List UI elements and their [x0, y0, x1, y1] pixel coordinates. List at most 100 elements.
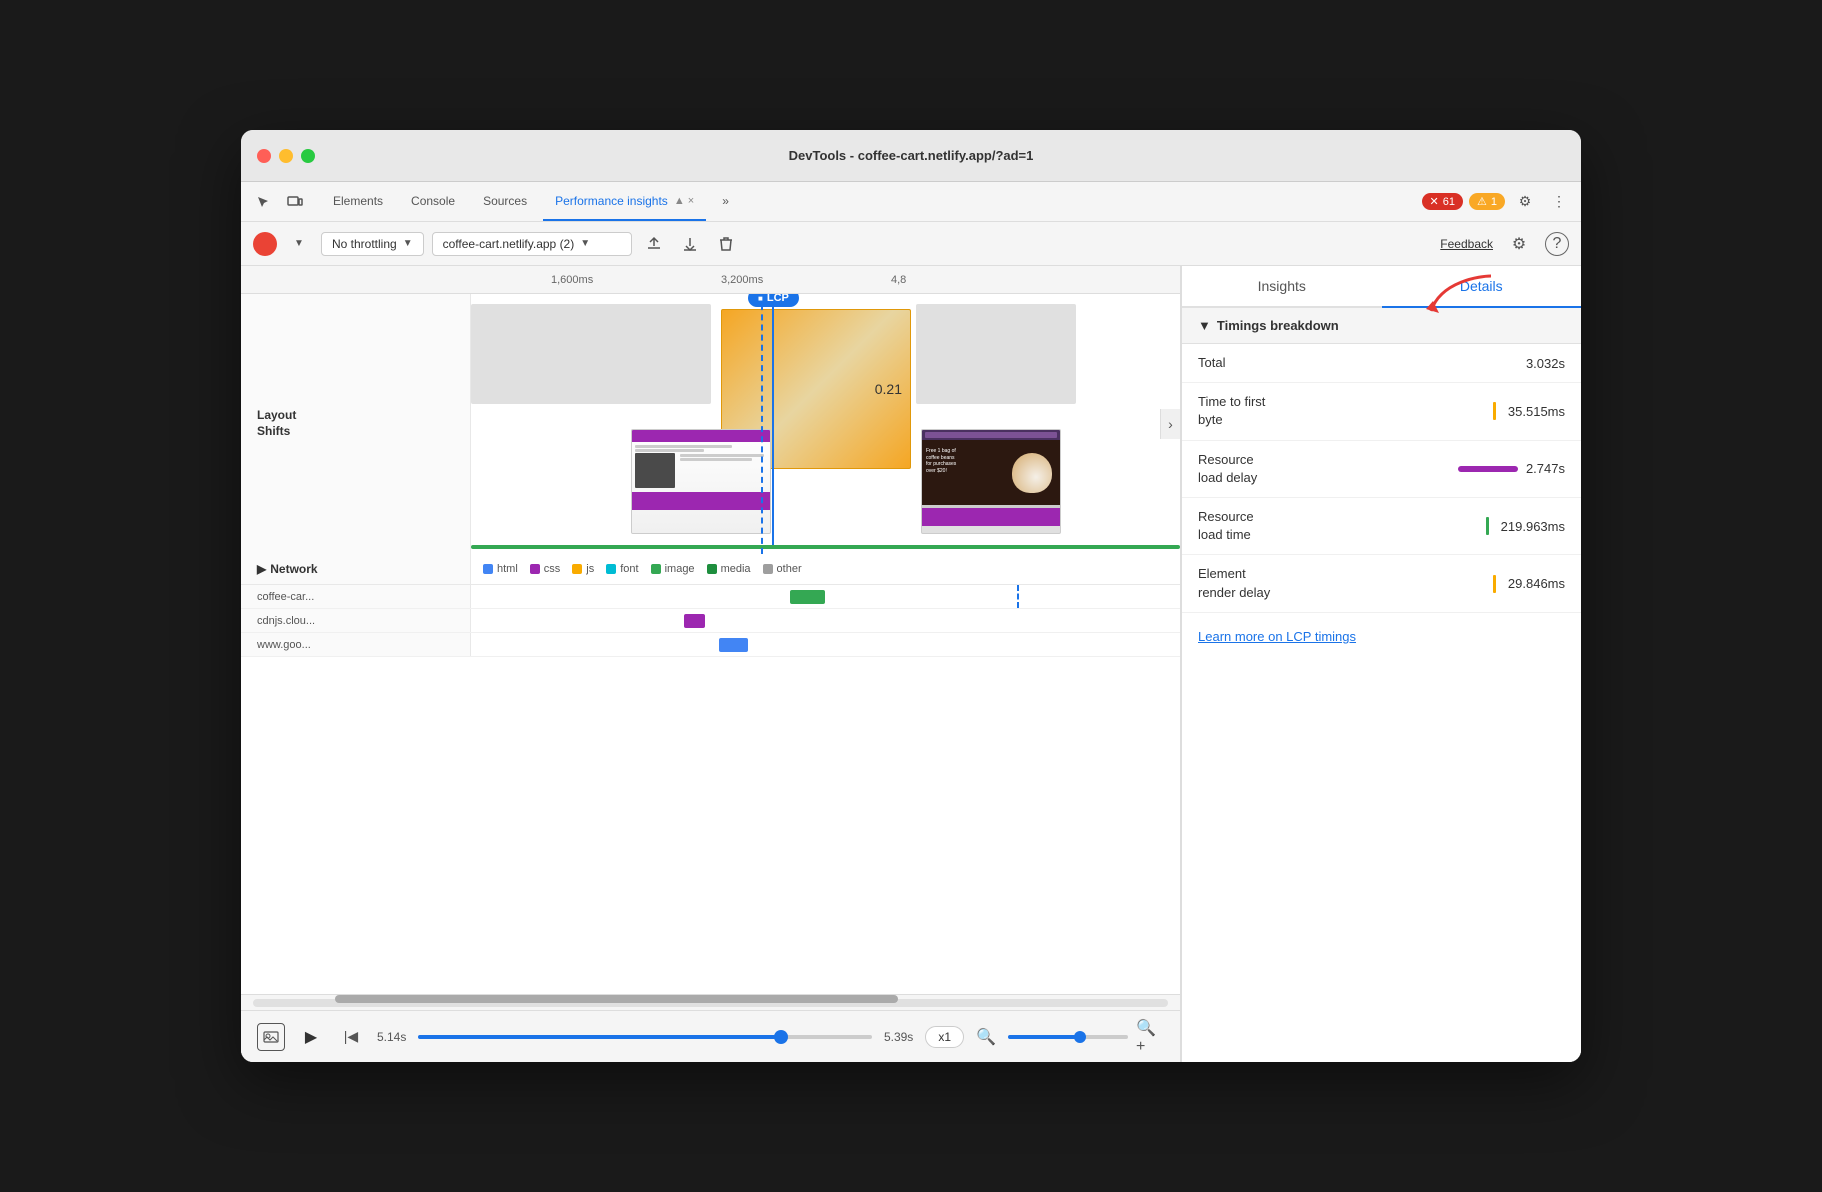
time-marker-1600: 1,600ms: [551, 274, 593, 286]
tracks[interactable]: Layout Shifts 0.21: [241, 294, 1180, 994]
profile-dropdown[interactable]: coffee-cart.netlify.app (2) ▼: [432, 232, 632, 256]
time-marker-3200: 3,200ms: [721, 274, 763, 286]
tab-elements[interactable]: Elements: [321, 183, 395, 221]
devtools-main: Elements Console Sources Performance ins…: [241, 182, 1581, 1062]
legend-image: image: [651, 563, 695, 575]
tab-sources[interactable]: Sources: [471, 183, 539, 221]
screenshot-preview-icon[interactable]: [257, 1023, 285, 1051]
timing-row-ttfb: Time to first byte 35.515ms: [1182, 383, 1581, 440]
ss1-img: [635, 453, 675, 488]
network-legend: html css js: [471, 554, 814, 584]
gray-block-right: [916, 304, 1076, 404]
settings-icon[interactable]: ⚙: [1511, 188, 1539, 216]
overflow-right-arrow[interactable]: ›: [1160, 409, 1180, 439]
cursor-icon[interactable]: [249, 188, 277, 216]
network-row-1[interactable]: cdnjs.clou...: [241, 609, 1180, 633]
legend-js: js: [572, 563, 594, 575]
feedback-link[interactable]: Feedback: [1440, 237, 1493, 251]
screenshot-2: Free 1 bag ofcoffee beansfor purchasesov…: [921, 429, 1061, 534]
scrollbar-thumb[interactable]: [335, 995, 898, 1003]
play-button[interactable]: ▶: [297, 1023, 325, 1051]
media-color-dot: [707, 564, 717, 574]
resource-delay-label: Resource load delay: [1198, 451, 1458, 487]
legend-font: font: [606, 563, 638, 575]
html-color-dot: [483, 564, 493, 574]
settings-gear-icon[interactable]: ⚙: [1505, 230, 1533, 258]
timing-row-render-delay: Element render delay 29.846ms: [1182, 555, 1581, 612]
tab-bar-left: [249, 188, 309, 216]
download-icon[interactable]: [676, 230, 704, 258]
layout-shifts-track: Layout Shifts 0.21: [241, 294, 1180, 554]
network-row-label-1: cdnjs.clou...: [241, 609, 471, 632]
lcp-line: [772, 305, 774, 545]
go-to-start-icon[interactable]: |◀: [337, 1023, 365, 1051]
insights-content[interactable]: ▼ Timings breakdown Total 3.032s Time to…: [1182, 308, 1581, 1062]
timeline-scrollbar[interactable]: [241, 994, 1180, 1010]
timeline-scrubber[interactable]: [418, 1035, 872, 1039]
tab-performance-insights[interactable]: Performance insights ▲ ×: [543, 183, 706, 221]
learn-more-link[interactable]: Learn more on LCP timings: [1182, 613, 1581, 660]
render-delay-value: 29.846ms: [1493, 575, 1565, 593]
zoom-in-icon[interactable]: 🔍+: [1136, 1023, 1164, 1051]
resource-time-bar: [1486, 517, 1489, 535]
network-bar-0: [790, 590, 825, 604]
zoom-slider[interactable]: [1008, 1035, 1128, 1039]
device-toggle-icon[interactable]: [281, 188, 309, 216]
error-badge[interactable]: ✕ 61: [1422, 193, 1463, 210]
resource-time-value: 219.963ms: [1486, 517, 1565, 535]
screenshots-container: Free 1 bag ofcoffee beansfor purchasesov…: [631, 429, 1061, 534]
zoom-out-icon[interactable]: 🔍: [972, 1023, 1000, 1051]
layout-shifts-content[interactable]: 0.21 LCP: [471, 294, 1180, 554]
network-label[interactable]: ▶ Network: [241, 554, 471, 584]
css-color-dot: [530, 564, 540, 574]
warning-badge[interactable]: ⚠ 1: [1469, 193, 1505, 210]
red-arrow-annotation: [1421, 271, 1501, 326]
network-expand-icon[interactable]: ▶: [257, 562, 266, 576]
lcp-marker: LCP: [748, 294, 799, 545]
network-dashed-0: [1017, 585, 1019, 608]
record-button[interactable]: [253, 232, 277, 256]
legend-media: media: [707, 563, 751, 575]
delete-icon[interactable]: [712, 230, 740, 258]
maximize-button[interactable]: [301, 149, 315, 163]
ss2-text: Free 1 bag ofcoffee beansfor purchasesov…: [926, 448, 956, 474]
zoom-level-label: x1: [925, 1026, 964, 1048]
minimize-button[interactable]: [279, 149, 293, 163]
help-icon[interactable]: ?: [1545, 232, 1569, 256]
section-collapse-icon[interactable]: ▼: [1198, 318, 1211, 333]
time-ruler: 1,600ms 3,200ms 4,8: [241, 266, 1180, 294]
tab-close-icon[interactable]: ▲ ×: [674, 195, 694, 207]
timing-row-resource-delay: Resource load delay 2.747s: [1182, 441, 1581, 498]
render-delay-bar: [1493, 575, 1496, 593]
network-row-label-2: www.goo...: [241, 633, 471, 656]
toolbar-right: Feedback ⚙ ?: [1440, 230, 1569, 258]
time-end-display: 5.39s: [884, 1030, 913, 1044]
more-options-icon[interactable]: ⋮: [1545, 188, 1573, 216]
insights-panel: Insights Details ▼ Timings: [1181, 266, 1581, 1062]
zoom-thumb[interactable]: [1074, 1031, 1086, 1043]
close-button[interactable]: [257, 149, 271, 163]
time-start-display: 5.14s: [377, 1030, 406, 1044]
browser-window: DevTools - coffee-cart.netlify.app/?ad=1: [241, 130, 1581, 1062]
green-bar: [471, 545, 1180, 549]
ttfb-bar: [1493, 402, 1496, 420]
tab-insights[interactable]: Insights: [1182, 266, 1382, 306]
dropdown-arrow-icon[interactable]: ▼: [285, 230, 313, 258]
upload-icon[interactable]: [640, 230, 668, 258]
zoom-controls: x1 🔍 🔍+: [925, 1023, 1164, 1051]
tab-console[interactable]: Console: [399, 183, 467, 221]
timeline-thumb[interactable]: [774, 1030, 788, 1044]
render-delay-label: Element render delay: [1198, 565, 1493, 601]
ss2-header: [922, 430, 1060, 440]
window-title: DevTools - coffee-cart.netlify.app/?ad=1: [789, 148, 1034, 163]
timing-row-resource-time: Resource load time 219.963ms: [1182, 498, 1581, 555]
tab-more[interactable]: »: [710, 183, 741, 221]
toolbar: ▼ No throttling ▼ coffee-cart.netlify.ap…: [241, 222, 1581, 266]
network-row-2[interactable]: www.goo...: [241, 633, 1180, 657]
ss2-coffee-image: Free 1 bag ofcoffee beansfor purchasesov…: [922, 440, 1060, 505]
timeline-panel: 1,600ms 3,200ms 4,8 Layout Shifts: [241, 266, 1181, 1062]
network-row-0[interactable]: coffee-car...: [241, 585, 1180, 609]
legend-css: css: [530, 563, 561, 575]
throttling-dropdown[interactable]: No throttling ▼: [321, 232, 424, 256]
main-content: 1,600ms 3,200ms 4,8 Layout Shifts: [241, 266, 1581, 1062]
